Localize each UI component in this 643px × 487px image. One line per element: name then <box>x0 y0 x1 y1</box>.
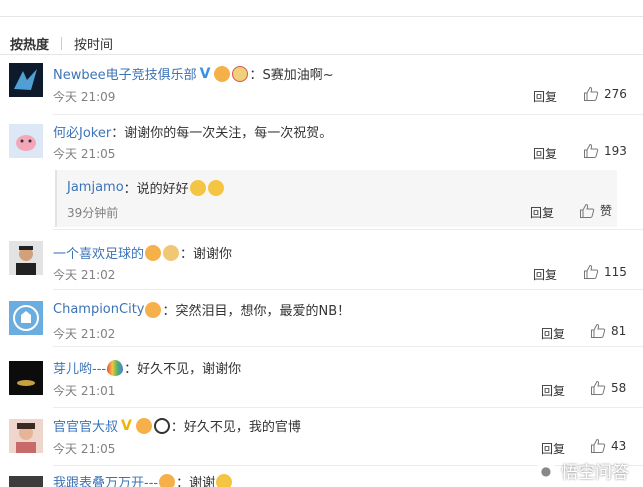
avatar[interactable] <box>9 241 43 275</box>
comment-username[interactable]: Newbee电子竞技俱乐部 <box>53 64 197 83</box>
like-count: 58 <box>611 381 627 395</box>
like-count: 81 <box>611 324 627 338</box>
reply-button[interactable]: 回复 <box>541 325 565 342</box>
comment-time: 今天 21:05 <box>53 442 116 456</box>
comment-time: 今天 21:01 <box>53 384 116 398</box>
comment-username[interactable]: 一个喜欢足球的 <box>53 243 144 262</box>
like-count: 276 <box>604 87 627 101</box>
comment-text: ：S赛加油啊~ <box>249 68 334 83</box>
thumbs-up-icon <box>580 203 595 218</box>
avatar[interactable] <box>9 476 43 487</box>
sub-reply-username[interactable]: Jamjamo <box>67 180 124 195</box>
comment-text: ：谢谢你的每一次关注，每一次祝贺。 <box>111 126 333 141</box>
sort-by-hot-tab[interactable]: 按热度 <box>10 34 49 53</box>
sort-bar: 按热度 按时间 <box>10 33 113 53</box>
sub-reply-like-button[interactable]: 赞 <box>579 202 612 219</box>
cheering-emoji-icon <box>135 417 152 434</box>
sub-reply-like-label: 赞 <box>600 204 613 218</box>
comment-time: 今天 21:05 <box>53 147 116 161</box>
comment-time: 今天 21:02 <box>53 268 116 282</box>
sub-reply-box: Jamjamo ：说的好好 39分钟前 回复 赞 <box>55 170 617 227</box>
comment-text: ：谢谢 <box>176 476 216 487</box>
thumbs-up-icon <box>591 380 606 395</box>
like-count: 115 <box>604 265 627 279</box>
comment-time: 今天 21:09 <box>53 90 116 104</box>
comment-item: ChampionCity ：突然泪目，想你，最爱的NB！ 今天 21:02 回复… <box>0 290 643 347</box>
like-button[interactable]: 58 <box>590 380 626 396</box>
verified-blue-icon: V <box>199 65 211 82</box>
sub-reply-text: ：说的好好 <box>123 182 189 197</box>
comment-text: ：好久不见，我的官博 <box>170 420 301 435</box>
crying-emoji-icon <box>189 179 206 196</box>
thumbs-up-icon <box>584 143 599 158</box>
comment-username[interactable]: 芽儿哟--- <box>53 358 106 377</box>
avatar[interactable] <box>9 361 43 395</box>
like-button[interactable]: 115 <box>583 264 627 280</box>
sort-separator <box>61 36 63 50</box>
thumbs-up-icon <box>584 86 599 101</box>
watermark: ● 悟空问答 <box>536 458 629 483</box>
comment-text: ：好久不见，谢谢你 <box>124 362 242 377</box>
sub-reply-time: 39分钟前 <box>67 206 119 220</box>
balloon-emoji-icon <box>107 359 124 376</box>
comment-item: Newbee电子竞技俱乐部 V ：S赛加油啊~ 今天 21:09 回复 276 <box>0 55 643 115</box>
reply-button[interactable]: 回复 <box>541 440 565 457</box>
cheering-emoji-icon <box>159 473 176 487</box>
comment-username[interactable]: 官官官大叔 <box>53 416 118 435</box>
comment-username[interactable]: 何必Joker <box>53 122 111 141</box>
sort-by-time-tab[interactable]: 按时间 <box>74 34 113 53</box>
watermark-text: 悟空问答 <box>561 463 629 483</box>
thumbs-up-icon <box>591 323 606 338</box>
verified-gold-icon: V <box>121 417 132 434</box>
like-count: 43 <box>611 439 627 453</box>
doge-emoji-icon <box>232 65 249 82</box>
avatar[interactable] <box>9 301 43 335</box>
thumbs-up-icon <box>584 264 599 279</box>
panda-emoji-icon <box>153 417 170 434</box>
comment-username[interactable]: ChampionCity <box>53 302 144 317</box>
avatar[interactable] <box>9 63 43 97</box>
comment-item: 一个喜欢足球的 ：谢谢你 今天 21:02 回复 115 <box>0 230 643 290</box>
like-button[interactable]: 193 <box>583 143 627 159</box>
comment-text: ：谢谢你 <box>180 247 233 262</box>
like-button[interactable]: 81 <box>590 323 626 339</box>
thumbs-up-icon <box>591 438 606 453</box>
cheering-emoji-icon <box>214 65 231 82</box>
top-divider <box>0 16 643 17</box>
reply-button[interactable]: 回复 <box>533 145 557 162</box>
crying-emoji-icon <box>216 473 233 487</box>
like-button[interactable]: 43 <box>590 438 626 454</box>
comment-username[interactable]: 我跟表叠万万开--- <box>53 472 158 487</box>
cheering-emoji-icon <box>145 301 162 318</box>
crying-emoji-icon <box>207 179 224 196</box>
comment-item: 芽儿哟--- ：好久不见，谢谢你 今天 21:01 回复 58 <box>0 347 643 408</box>
smile-emoji-icon <box>163 244 180 261</box>
reply-button[interactable]: 回复 <box>533 266 557 283</box>
avatar[interactable] <box>9 124 43 158</box>
reply-button[interactable]: 回复 <box>541 382 565 399</box>
like-count: 193 <box>604 144 627 158</box>
wukong-logo-icon: ● <box>536 460 556 481</box>
cheering-emoji-icon <box>145 244 162 261</box>
comment-text: ：突然泪目，想你，最爱的NB！ <box>162 304 351 319</box>
comment-time: 今天 21:02 <box>53 327 116 341</box>
reply-button[interactable]: 回复 <box>533 88 557 105</box>
avatar[interactable] <box>9 419 43 453</box>
like-button[interactable]: 276 <box>583 86 627 102</box>
sub-reply-reply-button[interactable]: 回复 <box>530 204 554 221</box>
